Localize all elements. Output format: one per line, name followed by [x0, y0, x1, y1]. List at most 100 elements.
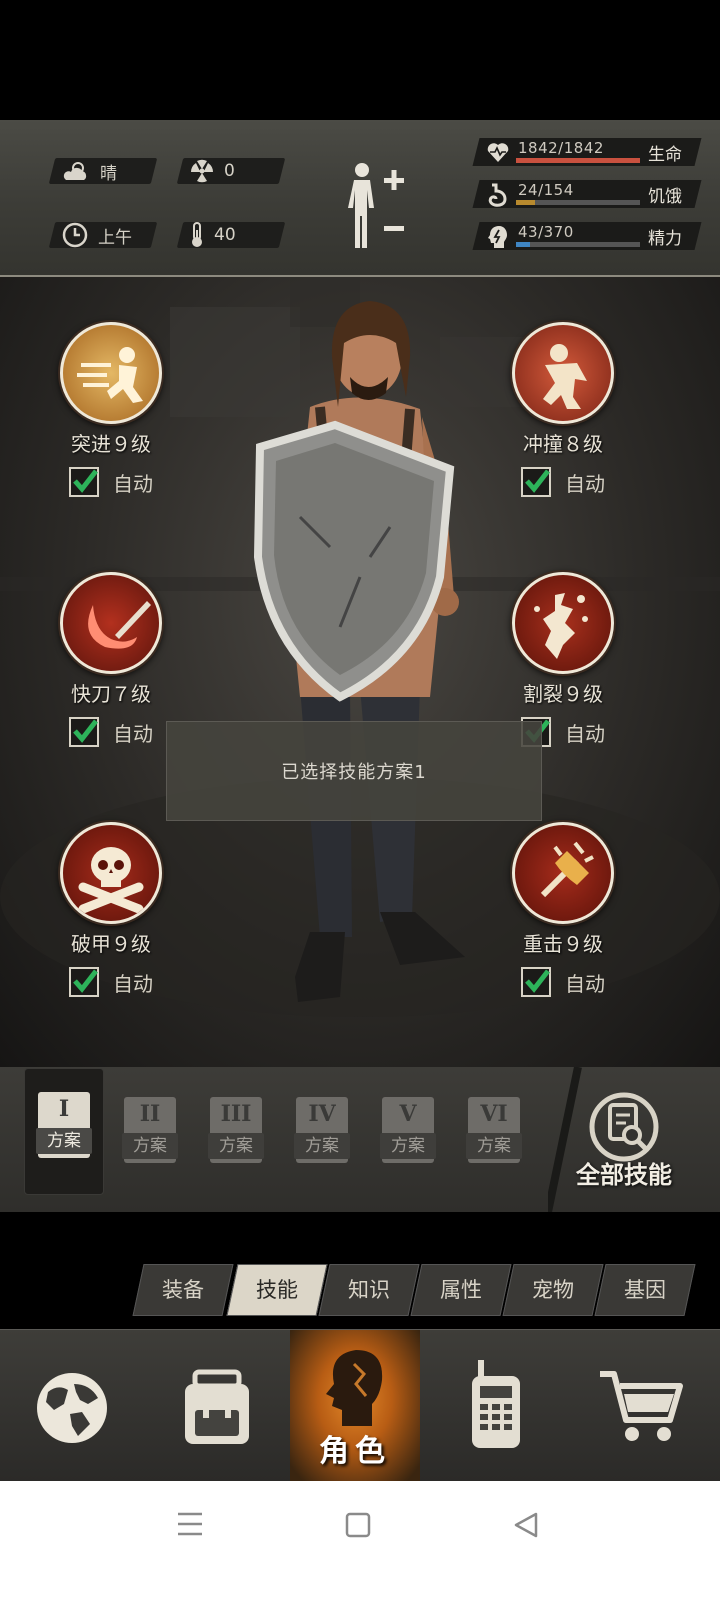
home-icon[interactable] [344, 1511, 372, 1539]
tab-knowledge[interactable]: 知识 [318, 1264, 420, 1316]
plan-numeral: IV [308, 1101, 336, 1127]
auto-checkbox[interactable] [69, 467, 99, 497]
rend-icon[interactable] [512, 572, 614, 674]
auto-checkbox[interactable] [69, 717, 99, 747]
quick-blade-icon[interactable] [60, 572, 162, 674]
character-figure [253, 301, 465, 1002]
auto-label: 自动 [565, 721, 605, 746]
energy-bar: 43/370 精力 [472, 222, 702, 253]
skill-charge[interactable]: 冲撞８级 自动 [488, 322, 638, 497]
cloud-sun-icon [62, 160, 90, 182]
energy-fill [516, 242, 531, 247]
skill-name: 破甲９级 [71, 932, 151, 956]
hunger-value: 24/154 [518, 181, 574, 199]
plan-tag: 方案 [294, 1133, 350, 1159]
auto-label: 自动 [113, 471, 153, 496]
tab-skills[interactable]: 技能 [226, 1264, 328, 1316]
all-skills-label: 全部技能 [576, 1161, 672, 1189]
plan-3-button[interactable]: III 方案 [204, 1097, 270, 1175]
plan-tag: 方案 [208, 1133, 264, 1159]
weather-chip: 晴 [48, 158, 158, 184]
skill-quick-blade[interactable]: 快刀７级 自动 [36, 572, 186, 747]
tab-pets[interactable]: 宠物 [502, 1264, 604, 1316]
auto-label: 自动 [113, 971, 153, 996]
plan-5-button[interactable]: V 方案 [376, 1097, 442, 1175]
nav-character-label: 角色 [319, 1434, 391, 1469]
auto-checkbox[interactable] [521, 967, 551, 997]
nav-character-button[interactable]: 角色 [290, 1330, 420, 1482]
plan-tag: 方案 [122, 1133, 178, 1159]
tab-attributes[interactable]: 属性 [410, 1264, 512, 1316]
checkmark-icon [525, 469, 550, 493]
radiation-value: 0 [224, 161, 235, 181]
tab-bar: 装备 技能 知识 属性 宠物 基因 [130, 1264, 700, 1316]
health-label: 生命 [648, 145, 682, 165]
energy-head-icon [486, 225, 508, 253]
checkmark-icon [73, 969, 98, 993]
nav-backpack-button[interactable] [145, 1330, 290, 1482]
plan-6-button[interactable]: VI 方案 [462, 1097, 528, 1175]
radiation-icon [190, 159, 214, 183]
temperature-value: 40 [214, 225, 236, 245]
health-bar: 1842/1842 生命 [472, 138, 702, 166]
checkmark-icon [525, 969, 550, 993]
health-value: 1842/1842 [518, 139, 604, 157]
skill-armor-break[interactable]: 破甲９级 自动 [36, 822, 186, 997]
clock-icon [62, 222, 88, 248]
globe-icon [37, 1373, 107, 1443]
plan-tag: 方案 [36, 1128, 92, 1154]
status-panel: 晴 0 上午 40 1842/1842 生命 24/154 饥饿 43/370 … [0, 120, 720, 277]
time-label: 上午 [98, 227, 132, 248]
tab-label: 基因 [624, 1278, 666, 1302]
plan-2-button[interactable]: II 方案 [118, 1097, 184, 1175]
cart-icon [600, 1371, 683, 1441]
skull-crossbones-icon[interactable] [60, 822, 162, 924]
thermometer-icon [190, 222, 204, 248]
checkmark-icon [73, 469, 98, 493]
plan-1-button[interactable]: I 方案 [32, 1092, 98, 1170]
bottom-navigation: 角色 [0, 1329, 720, 1482]
tab-label: 宠物 [532, 1278, 574, 1302]
auto-checkbox[interactable] [69, 967, 99, 997]
plan-4-button[interactable]: IV 方案 [290, 1097, 356, 1175]
skill-name: 快刀７级 [71, 682, 151, 706]
tab-label: 知识 [348, 1278, 390, 1302]
tab-genes[interactable]: 基因 [594, 1264, 696, 1316]
auto-label: 自动 [565, 971, 605, 996]
hunger-track [516, 200, 640, 205]
health-fill [516, 158, 640, 163]
skill-name: 割裂９级 [523, 682, 603, 706]
all-skills-button[interactable]: 全部技能 [548, 1067, 720, 1212]
back-icon[interactable] [512, 1511, 540, 1539]
hunger-label: 饥饿 [648, 187, 682, 207]
plan-numeral: II [139, 1101, 161, 1127]
charge-icon[interactable] [512, 322, 614, 424]
hunger-bar: 24/154 饥饿 [472, 180, 702, 208]
nav-radio-button[interactable] [420, 1330, 570, 1482]
energy-track [516, 242, 640, 247]
radio-icon [472, 1360, 520, 1448]
plan-numeral: III [220, 1101, 252, 1127]
skill-name: 突进９级 [71, 432, 151, 456]
system-navigation [0, 1481, 720, 1600]
auto-checkbox[interactable] [521, 467, 551, 497]
character-head-icon [326, 1350, 383, 1426]
backpack-icon [185, 1369, 249, 1444]
tab-label: 属性 [440, 1278, 482, 1302]
nav-shop-button[interactable] [570, 1330, 720, 1482]
skill-heavy-strike[interactable]: 重击９级 自动 [488, 822, 638, 997]
heavy-strike-icon[interactable] [512, 822, 614, 924]
body-plus-minus-icon[interactable] [342, 156, 412, 252]
tab-equipment[interactable]: 装备 [132, 1264, 234, 1316]
hunger-fill [516, 200, 536, 205]
plan-tag: 方案 [466, 1133, 522, 1159]
auto-label: 自动 [113, 721, 153, 746]
skill-dash[interactable]: 突进９级 自动 [36, 322, 186, 497]
dash-icon[interactable] [60, 322, 162, 424]
temperature-chip: 40 [176, 222, 286, 248]
nav-map-button[interactable] [0, 1330, 145, 1482]
time-chip: 上午 [48, 222, 158, 248]
character-stage: 突进９级 自动 冲撞８级 自动 快刀７级 自动 割裂９级 自动 破甲９级 自动 … [0, 277, 720, 1067]
menu-icon[interactable] [176, 1511, 204, 1537]
document-search-icon [589, 1092, 659, 1162]
